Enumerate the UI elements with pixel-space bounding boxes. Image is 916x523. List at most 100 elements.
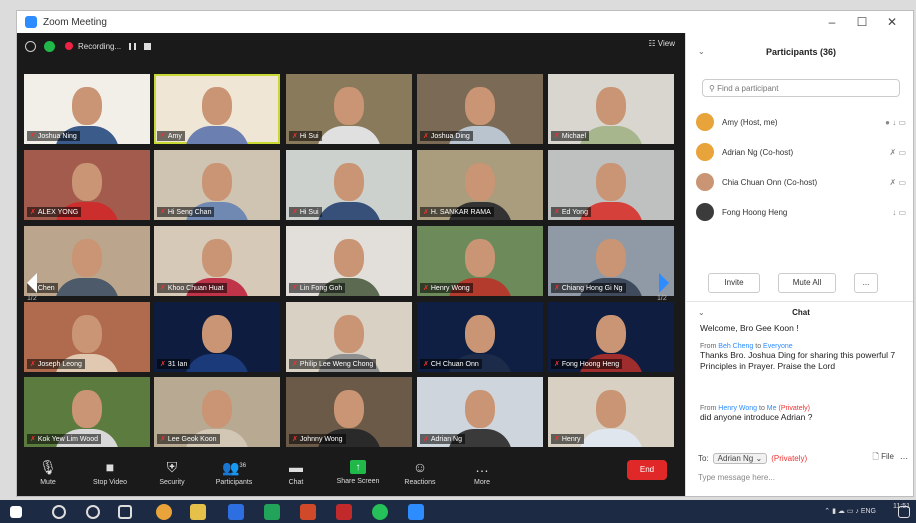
maximize-button[interactable]: ☐ xyxy=(847,13,877,31)
stop-video-button[interactable]: ■ Stop Video xyxy=(79,459,141,486)
recipient-select[interactable]: Adrian Ng ⌄ xyxy=(712,452,768,464)
chat-message-input[interactable]: Type message here... xyxy=(698,473,898,489)
participant-face xyxy=(72,238,102,277)
chrome-icon[interactable] xyxy=(156,504,172,520)
message-recipient: Me xyxy=(766,405,777,412)
stop-recording-icon[interactable] xyxy=(144,42,152,50)
tile-name-text: 31 Ian xyxy=(167,361,188,368)
close-button[interactable]: ✕ xyxy=(877,13,907,31)
video-tile[interactable]: ✗ Henry Wong xyxy=(417,226,543,296)
video-tile[interactable]: ✗ Khoo Chuan Huat xyxy=(154,226,280,296)
participants-header: ⌄ Participants (36) xyxy=(686,33,913,71)
video-tile[interactable]: ✗ ALEX YONG xyxy=(24,150,150,220)
chat-more-icon[interactable]: ⋯ xyxy=(900,454,908,463)
minimize-button[interactable]: – xyxy=(817,13,847,31)
powerpoint-icon[interactable] xyxy=(300,504,316,520)
participant-face xyxy=(334,314,364,353)
participant-face xyxy=(465,86,495,125)
system-tray[interactable]: ⌃ ▮ ☁ ▭ ♪ ENG xyxy=(824,507,876,515)
video-tile[interactable]: ✗ Fong Hoong Heng xyxy=(548,302,674,372)
participant-search-input[interactable]: ⚲ Find a participant xyxy=(702,79,900,97)
whatsapp-icon[interactable] xyxy=(372,504,388,520)
chat-button[interactable]: ▬ Chat xyxy=(265,459,327,486)
notifications-icon[interactable] xyxy=(898,506,910,518)
participants-button[interactable]: 👥36 Participants xyxy=(203,458,265,487)
zoom-taskbar-icon[interactable] xyxy=(408,504,424,520)
video-tile[interactable]: ✗ Joshua Ding xyxy=(417,74,543,144)
participant-row[interactable]: Fong Hoong Heng ↓ ▭ xyxy=(696,198,906,226)
video-tile[interactable]: ✗ Philip Lee Weng Chong xyxy=(286,302,412,372)
private-label: (Privately) xyxy=(771,453,808,463)
video-tile[interactable]: ✗ CH Chuan Onn xyxy=(417,302,543,372)
participant-name-label: ✗ Lee Geok Koon xyxy=(157,434,220,444)
task-view-icon[interactable] xyxy=(118,505,132,519)
more-button[interactable]: … More xyxy=(451,459,513,486)
info-icon[interactable] xyxy=(25,40,36,52)
participant-name-label: ✗ Michael xyxy=(551,131,589,141)
participant-body xyxy=(185,354,249,372)
participant-name-label: ✗ Khoo Chuan Huat xyxy=(157,283,227,293)
view-label: View xyxy=(657,39,675,48)
windows-start-icon[interactable] xyxy=(10,506,22,518)
shield-icon[interactable] xyxy=(44,40,55,52)
video-tile[interactable]: ✗ Hi Seng Chan xyxy=(154,150,280,220)
video-tile[interactable]: ✗ Kok Yew Lim Wood xyxy=(24,377,150,447)
video-tile[interactable]: ✗ Johnny Wong xyxy=(286,377,412,447)
participant-row[interactable]: Amy (Host, me) ● ↓ ▭ xyxy=(696,108,906,136)
participant-name-label: ✗ Henry Wong xyxy=(420,283,473,293)
video-tile[interactable]: ✗ Joseph Leong xyxy=(24,302,150,372)
participant-name-label: ✗ Johnny Wong xyxy=(289,434,346,444)
excel-icon[interactable] xyxy=(264,504,280,520)
video-tile[interactable]: ✗ Ed Yong xyxy=(548,150,674,220)
muted-mic-icon: ✗ xyxy=(554,436,560,443)
video-tile[interactable]: ✗ Chen xyxy=(24,226,150,296)
end-meeting-button[interactable]: End xyxy=(627,460,667,480)
share-screen-button[interactable]: ↑ Share Screen xyxy=(327,459,389,485)
invite-button[interactable]: Invite xyxy=(708,273,760,293)
tile-name-text: Henry Wong xyxy=(430,285,470,292)
video-tile[interactable]: ✗ Hi Sui xyxy=(286,150,412,220)
participant-face xyxy=(465,389,495,428)
next-page-arrow-icon[interactable] xyxy=(659,273,669,293)
prev-page-arrow-icon[interactable] xyxy=(27,273,37,293)
participant-status-icons: ✗ ▭ xyxy=(889,177,906,187)
file-explorer-icon[interactable] xyxy=(190,504,206,520)
video-tile[interactable]: ✗ Lee Geok Koon xyxy=(154,377,280,447)
tile-name-text: Chen xyxy=(37,285,55,292)
acrobat-icon[interactable] xyxy=(336,504,352,520)
video-tile[interactable]: ✗ Henry xyxy=(548,377,674,447)
word-icon[interactable] xyxy=(228,504,244,520)
participant-row[interactable]: Chia Chuan Onn (Co-host) ✗ ▭ xyxy=(696,168,906,196)
video-tile[interactable]: ✗ H. SANKAR RAMA xyxy=(417,150,543,220)
video-tile[interactable]: ✗ Chiang Hong Gi Ng xyxy=(548,226,674,296)
participant-face xyxy=(72,314,102,353)
participants-more-button[interactable]: ... xyxy=(854,273,878,293)
video-tile[interactable]: ✗ Michael xyxy=(548,74,674,144)
video-tile[interactable]: ✗ Lin Fong Goh xyxy=(286,226,412,296)
mute-all-button[interactable]: Mute All xyxy=(778,273,836,293)
video-tile[interactable]: ✗ 31 Ian xyxy=(154,302,280,372)
video-tile[interactable]: ✗ Amy xyxy=(154,74,280,144)
security-button[interactable]: ⛨ Security xyxy=(141,459,203,486)
file-button[interactable]: 🗋 File xyxy=(872,451,894,465)
video-tile[interactable]: ✗ Adrian Ng xyxy=(417,377,543,447)
view-button[interactable]: ☷ View xyxy=(648,39,675,48)
tile-name-text: Hi Sui xyxy=(299,133,319,140)
message-sender[interactable]: Beh Cheng xyxy=(718,343,753,350)
participant-face xyxy=(465,238,495,277)
search-icon[interactable] xyxy=(52,505,66,519)
muted-mic-icon: ✗ xyxy=(554,133,560,140)
mute-button[interactable]: 🎙 Mute xyxy=(17,459,79,486)
message-sender[interactable]: Henry Wong xyxy=(718,405,757,412)
cortana-icon[interactable] xyxy=(86,505,100,519)
muted-mic-icon: ✗ xyxy=(30,209,36,216)
video-tile[interactable]: ✗ Joshua Ning xyxy=(24,74,150,144)
participants-label: Participants xyxy=(215,479,253,487)
muted-mic-icon: ✗ xyxy=(292,361,298,368)
muted-mic-icon: ✗ xyxy=(160,209,166,216)
pause-recording-icon[interactable] xyxy=(129,42,137,50)
participant-row[interactable]: Adrian Ng (Co-host) ✗ ▭ xyxy=(696,138,906,166)
reactions-button[interactable]: ☺ Reactions xyxy=(389,459,451,486)
participant-face xyxy=(334,86,364,125)
video-tile[interactable]: ✗ Hi Sui xyxy=(286,74,412,144)
